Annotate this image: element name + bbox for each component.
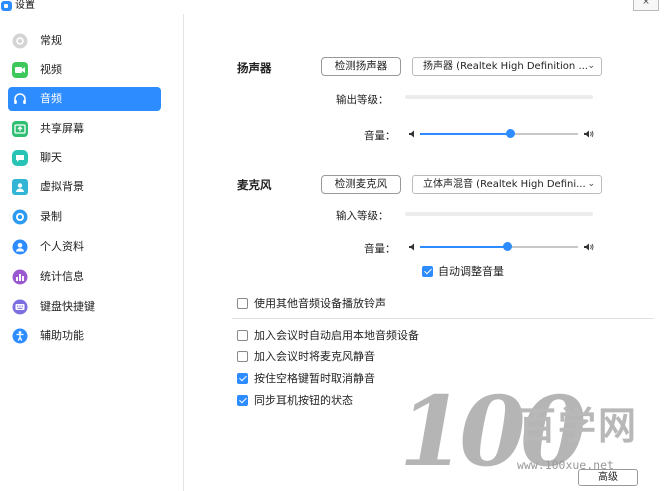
microphone-device-select[interactable]: 立体声混音 (Realtek High Defini... ⌄ <box>412 175 602 194</box>
volume-high-icon <box>584 243 594 251</box>
speaker-volume-slider[interactable] <box>420 129 578 139</box>
section-divider <box>232 318 654 319</box>
zoom-app-icon <box>1 1 12 11</box>
speaker-device-select[interactable]: 扬声器 (Realtek High Definition ... ⌄ <box>412 57 602 76</box>
sidebar-item-video[interactable]: 视频 <box>8 58 161 82</box>
sidebar-item-statistics[interactable]: 统计信息 <box>8 265 161 289</box>
sidebar-item-label: 音频 <box>40 92 62 105</box>
chevron-down-icon: ⌄ <box>587 61 595 71</box>
sidebar-item-label: 统计信息 <box>40 270 84 283</box>
ringtone-other-device-checkbox[interactable] <box>237 298 248 309</box>
microphone-volume-label: 音量： <box>364 243 396 255</box>
sync-headset-buttons-checkbox[interactable] <box>237 395 248 406</box>
sidebar-item-audio[interactable]: 音频 <box>8 87 161 111</box>
sidebar-item-accessibility[interactable]: 辅助功能 <box>8 324 161 348</box>
speaker-section-label: 扬声器 <box>237 61 272 75</box>
sidebar-item-keyboard-shortcuts[interactable]: 键盘快捷键 <box>8 295 161 319</box>
sidebar-item-label: 录制 <box>40 210 62 223</box>
sidebar-item-label: 视频 <box>40 63 62 76</box>
auto-adjust-volume-checkbox[interactable] <box>422 266 433 277</box>
microphone-volume-slider[interactable] <box>420 242 578 252</box>
record-icon <box>12 209 28 225</box>
test-microphone-button[interactable]: 检测麦克风 <box>321 175 401 194</box>
push-to-talk-label: 按住空格键暂时取消静音 <box>254 372 375 385</box>
profile-icon <box>12 239 28 255</box>
video-icon <box>12 62 28 78</box>
sidebar-item-general[interactable]: 常规 <box>8 29 161 53</box>
push-to-talk-checkbox[interactable] <box>237 373 248 384</box>
slider-knob[interactable] <box>503 242 512 251</box>
speaker-device-value: 扬声器 (Realtek High Definition ... <box>423 61 588 72</box>
settings-sidebar: 常规 视频 音频 共享屏幕 聊天 虚拟背景 录制 个人资料 统计信息 键盘快捷键… <box>0 14 184 491</box>
sync-headset-buttons-label: 同步耳机按钮的状态 <box>254 394 353 407</box>
mute-mic-on-join-label: 加入会议时将麦克风静音 <box>254 350 375 363</box>
output-level-label: 输出等级： <box>336 94 389 106</box>
window-title: 设置 <box>15 0 35 11</box>
slider-knob[interactable] <box>506 129 515 138</box>
microphone-device-value: 立体声混音 (Realtek High Defini... <box>423 179 586 190</box>
close-button[interactable]: × <box>633 0 659 11</box>
ringtone-other-device-label: 使用其他音频设备播放铃声 <box>254 297 386 310</box>
title-bar: 设置 × <box>0 0 667 14</box>
input-level-meter <box>405 212 593 216</box>
auto-join-audio-label: 加入会议时自动启用本地音频设备 <box>254 329 419 342</box>
sidebar-item-virtual-background[interactable]: 虚拟背景 <box>8 175 161 199</box>
sidebar-item-label: 个人资料 <box>40 240 84 253</box>
virtual-background-icon <box>12 179 28 195</box>
keyboard-icon <box>12 299 28 315</box>
accessibility-icon <box>12 328 28 344</box>
test-speaker-button[interactable]: 检测扬声器 <box>321 57 401 76</box>
volume-low-icon <box>409 130 414 138</box>
sidebar-item-label: 共享屏幕 <box>40 122 84 135</box>
speaker-volume-label: 音量： <box>364 130 396 142</box>
microphone-section-label: 麦克风 <box>237 178 272 192</box>
statistics-icon <box>12 269 28 285</box>
sidebar-item-label: 键盘快捷键 <box>40 300 95 313</box>
volume-high-icon <box>584 130 594 138</box>
sidebar-item-label: 聊天 <box>40 151 62 164</box>
slider-fill <box>420 133 510 135</box>
sidebar-item-chat[interactable]: 聊天 <box>8 146 161 170</box>
sidebar-item-label: 虚拟背景 <box>40 180 84 193</box>
watermark-logo-text: 百学网 <box>518 404 639 448</box>
share-screen-icon <box>12 121 28 137</box>
input-level-label: 输入等级： <box>336 210 389 222</box>
slider-fill <box>420 246 507 248</box>
output-level-meter <box>405 95 593 99</box>
auto-adjust-volume-label: 自动调整音量 <box>438 265 504 278</box>
volume-low-icon <box>409 243 414 251</box>
gear-icon <box>12 33 28 49</box>
sidebar-item-label: 辅助功能 <box>40 329 84 342</box>
chevron-down-icon: ⌄ <box>587 179 595 189</box>
chat-icon <box>12 150 28 166</box>
sidebar-item-profile[interactable]: 个人资料 <box>8 235 161 259</box>
sidebar-item-recording[interactable]: 录制 <box>8 205 161 229</box>
auto-join-audio-checkbox[interactable] <box>237 330 248 341</box>
sidebar-item-label: 常规 <box>40 34 62 47</box>
sidebar-item-share-screen[interactable]: 共享屏幕 <box>8 117 161 141</box>
advanced-button[interactable]: 高级 <box>578 469 638 486</box>
mute-mic-on-join-checkbox[interactable] <box>237 351 248 362</box>
headphones-icon <box>12 91 28 107</box>
